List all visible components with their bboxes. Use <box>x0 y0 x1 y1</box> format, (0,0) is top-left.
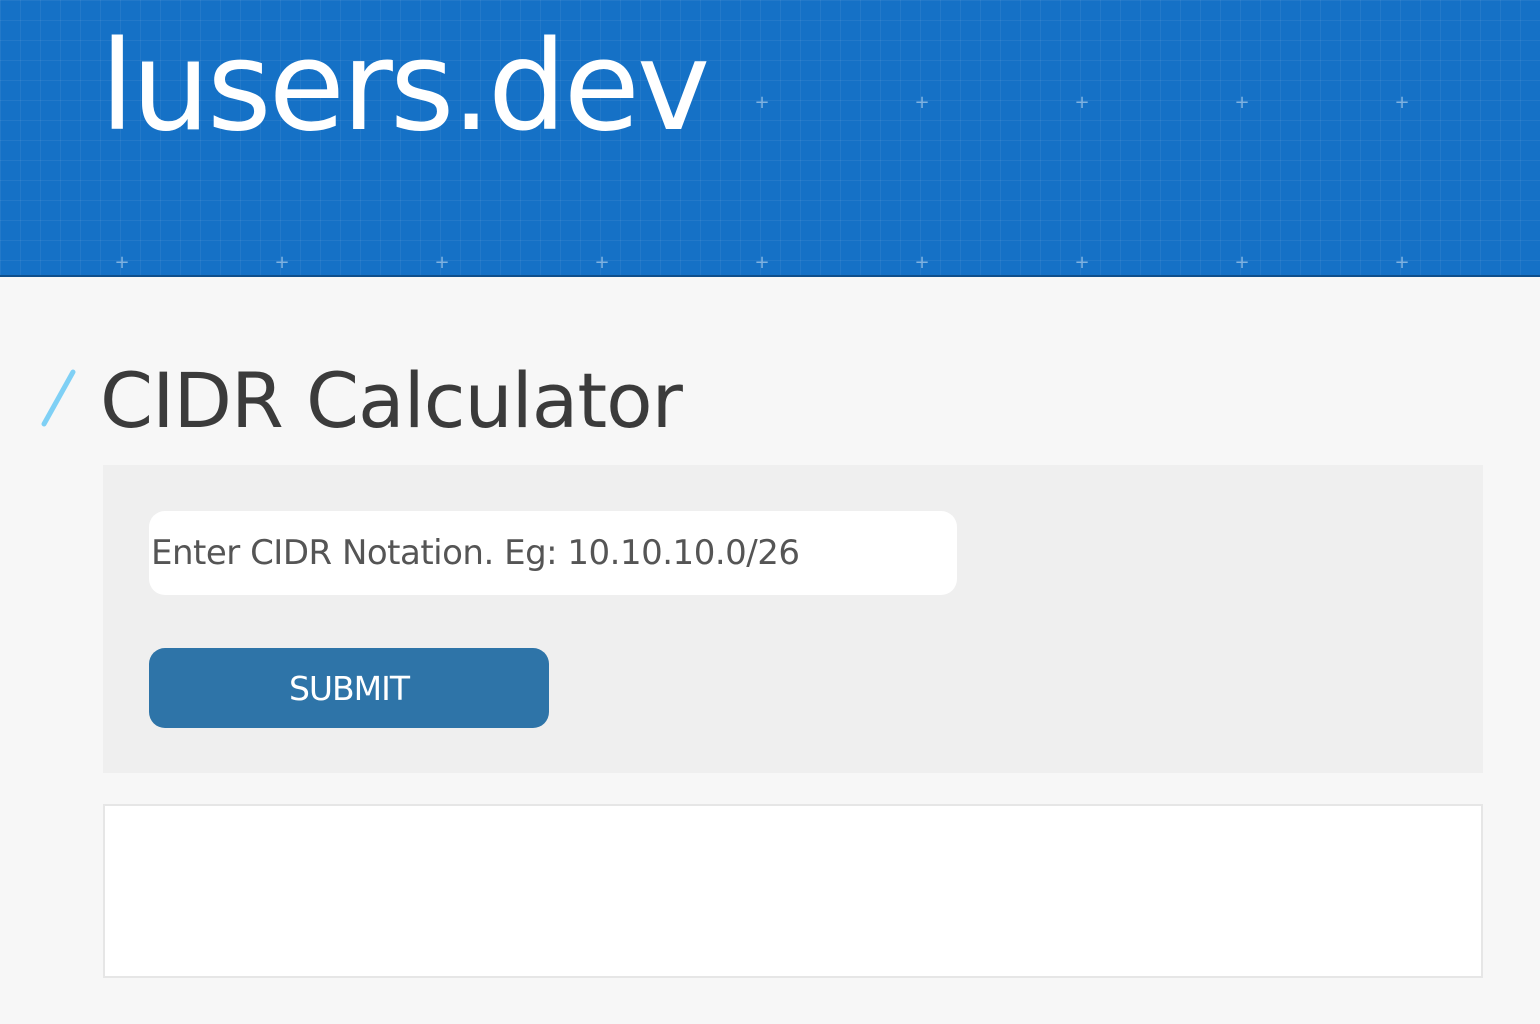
site-header: + + + + + + + + + + + + + + lusers.dev <box>0 0 1540 277</box>
grid-marker-icon: + <box>1394 92 1410 113</box>
grid-marker-icon: + <box>1074 92 1090 113</box>
grid-marker-icon: + <box>754 92 770 113</box>
cidr-form-panel: SUBMIT <box>103 465 1483 773</box>
grid-marker-icon: + <box>114 252 130 273</box>
site-title-link[interactable]: lusers.dev <box>100 12 710 162</box>
grid-marker-icon: + <box>914 252 930 273</box>
result-output-box <box>103 804 1483 978</box>
heading-slash-icon <box>41 369 76 427</box>
grid-marker-icon: + <box>754 252 770 273</box>
submit-button[interactable]: SUBMIT <box>149 648 549 728</box>
grid-marker-icon: + <box>434 252 450 273</box>
page-title: CIDR Calculator <box>100 356 683 445</box>
grid-marker-icon: + <box>1234 252 1250 273</box>
grid-marker-icon: + <box>1234 92 1250 113</box>
grid-marker-icon: + <box>274 252 290 273</box>
grid-marker-icon: + <box>914 92 930 113</box>
grid-marker-icon: + <box>1074 252 1090 273</box>
grid-marker-icon: + <box>594 252 610 273</box>
grid-marker-icon: + <box>1394 252 1410 273</box>
cidr-input[interactable] <box>149 511 957 595</box>
